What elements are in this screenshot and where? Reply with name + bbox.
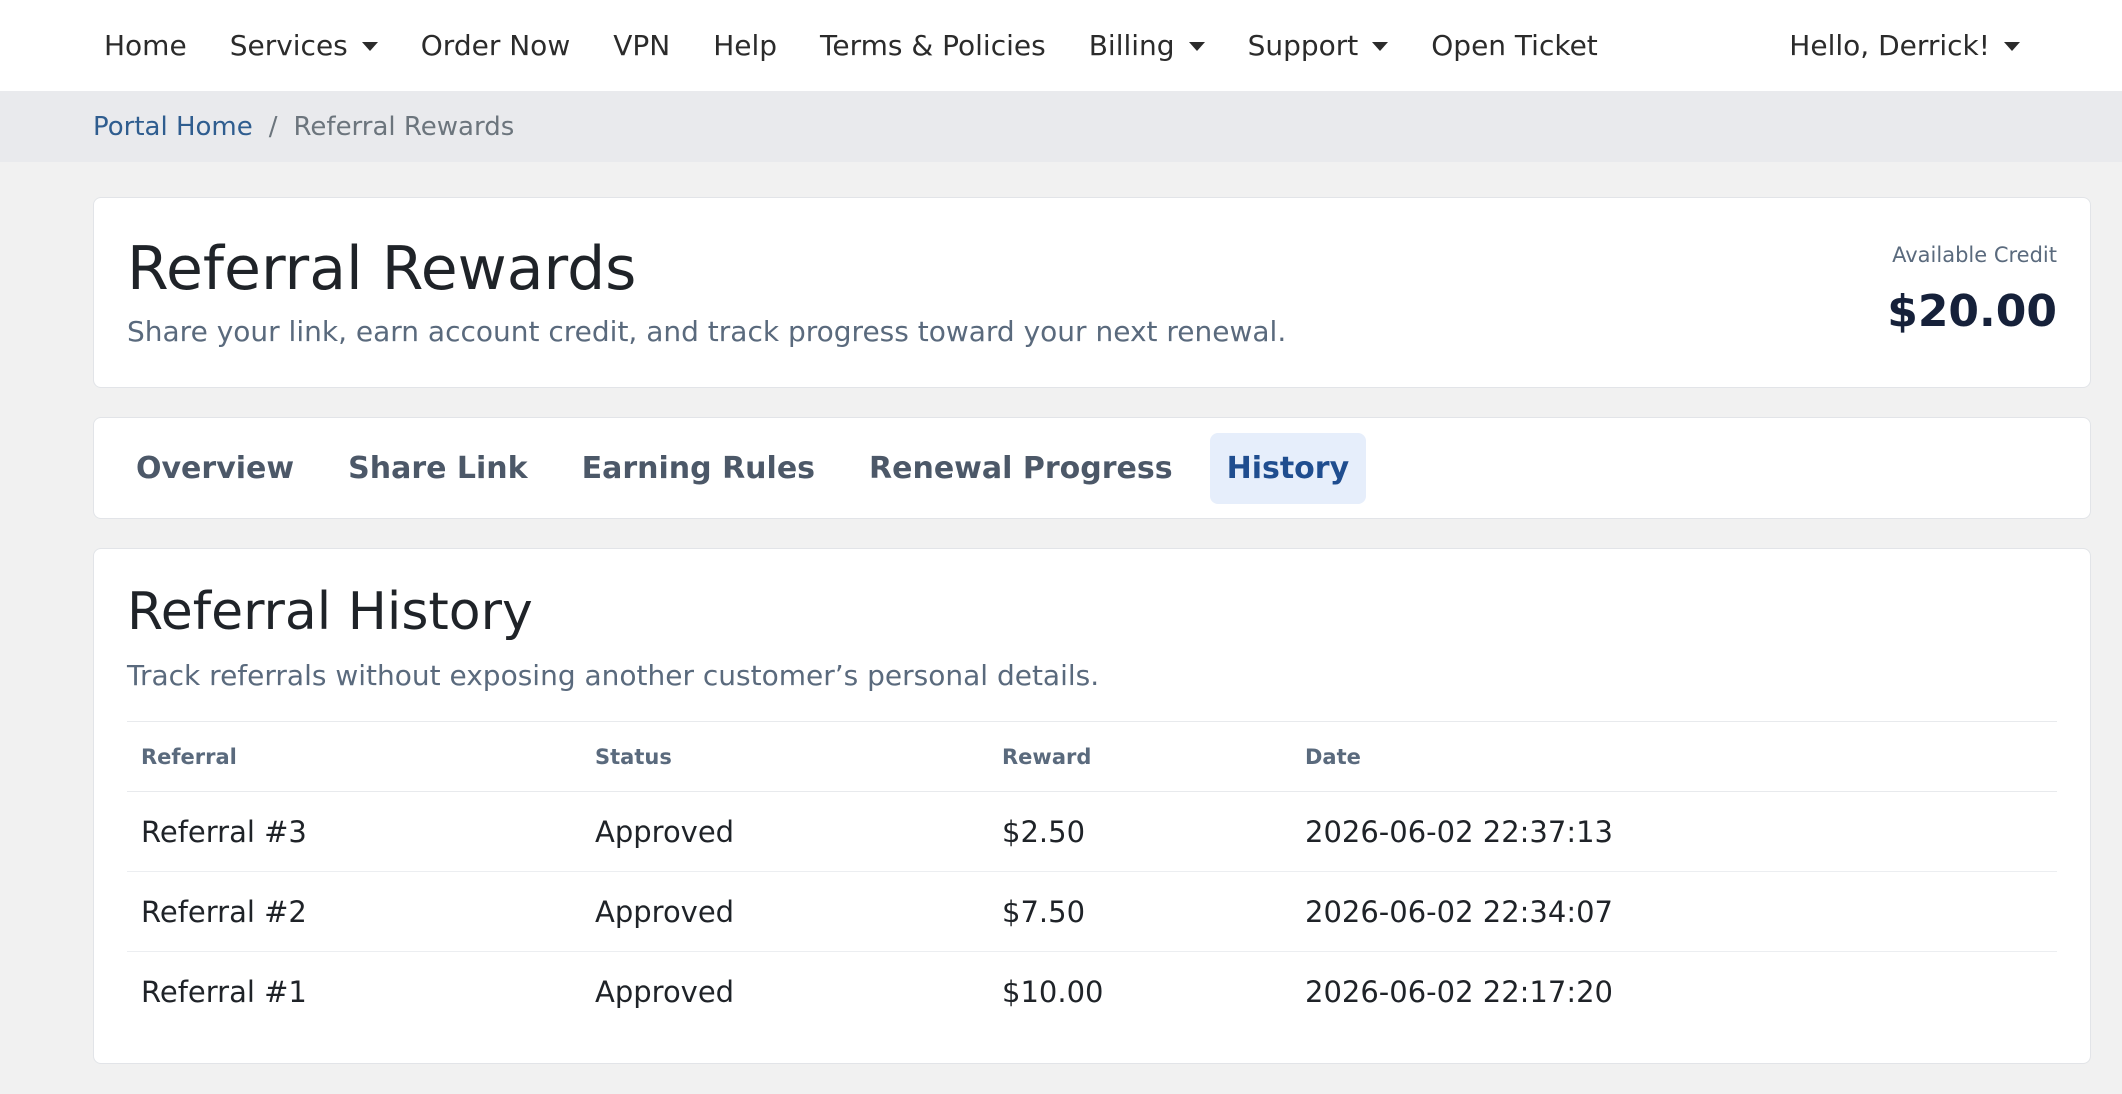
- header-card: Referral Rewards Share your link, earn a…: [93, 197, 2091, 388]
- cell-reward: $2.50: [988, 791, 1291, 872]
- cell-date: 2026-06-02 22:34:07: [1291, 871, 2057, 952]
- tab-overview[interactable]: Overview: [119, 433, 311, 504]
- top-navbar: Home Services Order Now VPN Help Terms &…: [0, 0, 2122, 91]
- cell-referral: Referral #2: [127, 871, 581, 952]
- cell-date: 2026-06-02 22:17:20: [1305, 974, 1613, 1009]
- cell-status: Approved: [581, 871, 988, 952]
- cell-referral: Referral #1: [141, 974, 307, 1009]
- caret-down-icon: [361, 42, 378, 51]
- nav-item-order-now[interactable]: Order Now: [421, 29, 570, 62]
- column-header-status: Status: [581, 721, 988, 792]
- nav-left: Home Services Order Now VPN Help Terms &…: [104, 29, 1641, 62]
- tab-earning-rules[interactable]: Earning Rules: [565, 433, 832, 504]
- page-title: Referral Rewards: [127, 234, 637, 304]
- table-row: Referral #1 Approved $10.00 2026-06-02 2…: [127, 952, 2057, 1032]
- cell-reward: $10.00: [1002, 974, 1104, 1009]
- nav-label: Order Now: [420, 29, 571, 62]
- nav-label: Help: [713, 29, 778, 62]
- caret-down-icon: [2004, 42, 2020, 51]
- table-row: Referral #2 Approved $7.50 2026-06-02 22…: [127, 871, 2057, 952]
- tab-renewal-progress[interactable]: Renewal Progress: [852, 433, 1190, 504]
- nav-item-support[interactable]: Support: [1248, 29, 1389, 62]
- cell-status: Approved: [595, 974, 735, 1009]
- history-subtitle: Track referrals without exposing another…: [127, 659, 1100, 692]
- breadcrumb-separator: /: [268, 111, 278, 142]
- nav-item-open-ticket[interactable]: Open Ticket: [1431, 29, 1598, 62]
- nav-item-vpn[interactable]: VPN: [613, 29, 670, 62]
- nav-label: Billing: [1088, 29, 1175, 62]
- tabs-bar: Overview Share Link Earning Rules Renewa…: [93, 417, 2091, 519]
- nav-item-terms-policies[interactable]: Terms & Policies: [820, 29, 1046, 62]
- page-subtitle: Share your link, earn account credit, an…: [127, 315, 1287, 348]
- nav-item-home[interactable]: Home: [104, 29, 187, 62]
- breadcrumb-home-link[interactable]: Portal Home: [93, 112, 253, 142]
- caret-down-icon: [1188, 42, 1205, 51]
- table-header-row: Referral Status Reward Date: [127, 721, 2057, 792]
- tab-history[interactable]: History: [1209, 432, 1367, 504]
- nav-right: Hello, Derrick!: [1789, 29, 2020, 62]
- table-row: Referral #3 Approved $2.50 2026-06-02 22…: [127, 791, 2057, 872]
- referral-history-table: Referral Status Reward Date Referral #3 …: [127, 721, 2057, 1032]
- breadcrumb: Portal Home / Referral Rewards: [0, 91, 2122, 162]
- nav-item-services[interactable]: Services: [230, 29, 378, 62]
- nav-label: Services: [229, 29, 348, 62]
- nav-label: Terms & Policies: [820, 29, 1046, 62]
- breadcrumb-current: Referral Rewards: [293, 111, 515, 142]
- nav-label: Home: [104, 29, 187, 62]
- nav-label: Support: [1247, 29, 1359, 62]
- column-header-referral: Referral: [127, 721, 581, 792]
- nav-item-help[interactable]: Help: [713, 29, 777, 62]
- tab-share-link[interactable]: Share Link: [331, 433, 545, 504]
- history-title: Referral History: [127, 582, 533, 642]
- cell-reward: $7.50: [988, 871, 1291, 952]
- cell-status: Approved: [581, 791, 988, 872]
- available-credit-label: Available Credit: [1892, 243, 2057, 267]
- user-menu[interactable]: Hello, Derrick!: [1789, 29, 2020, 62]
- available-credit-amount: $20.00: [1887, 286, 2057, 337]
- nav-label: VPN: [613, 29, 671, 62]
- column-header-date: Date: [1291, 721, 2057, 792]
- cell-referral: Referral #3: [127, 791, 581, 872]
- caret-down-icon: [1372, 42, 1389, 51]
- nav-item-billing[interactable]: Billing: [1089, 29, 1205, 62]
- user-menu-label: Hello, Derrick!: [1789, 29, 1990, 62]
- column-header-reward: Reward: [988, 721, 1291, 792]
- nav-label: Open Ticket: [1431, 29, 1598, 62]
- cell-date: 2026-06-02 22:37:13: [1291, 791, 2057, 872]
- history-card: Referral History Track referrals without…: [93, 548, 2091, 1064]
